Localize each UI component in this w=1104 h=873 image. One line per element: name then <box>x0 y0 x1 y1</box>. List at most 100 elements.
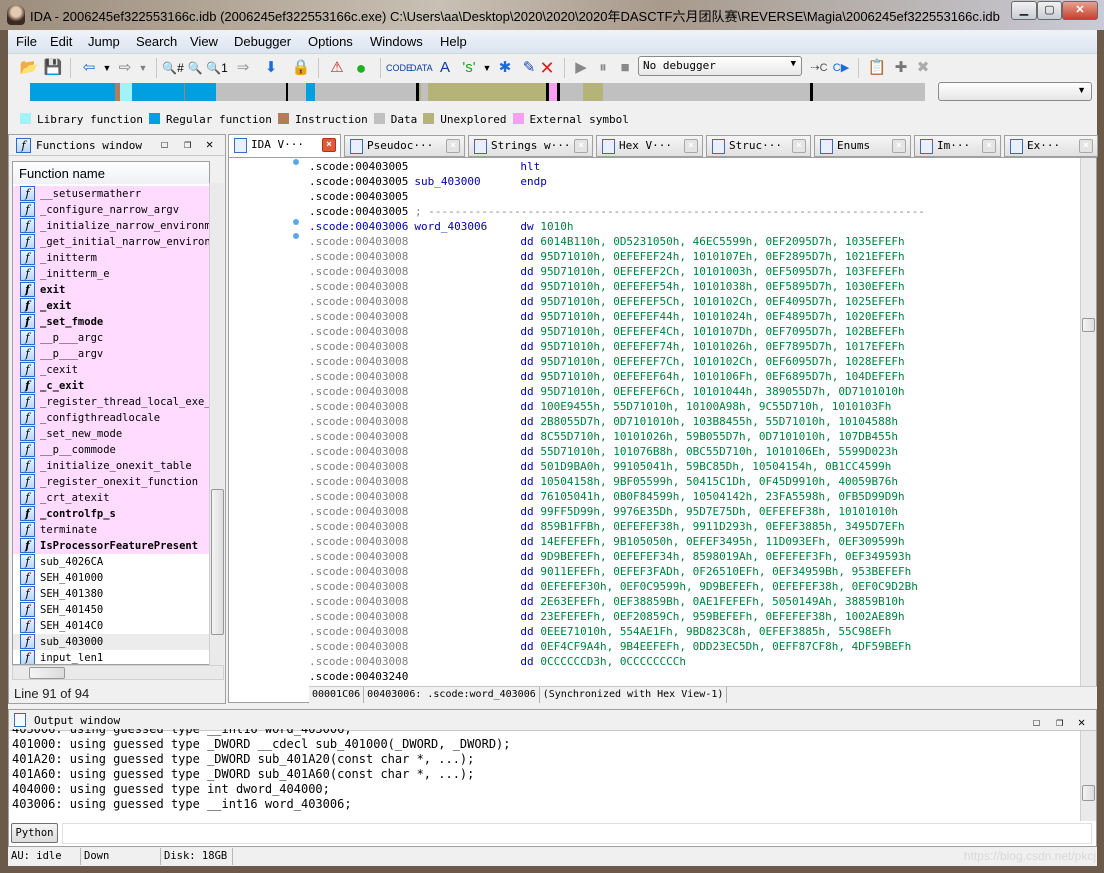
function-list-vscrollbar[interactable] <box>209 183 224 665</box>
navigation-band[interactable] <box>30 83 925 101</box>
nav-band-select[interactable]: ▼ <box>938 82 1092 101</box>
menu-windows[interactable]: Windows <box>370 34 423 49</box>
minimize-button[interactable]: ▁ <box>1011 1 1037 20</box>
make-data-icon[interactable]: DATA <box>410 57 433 79</box>
open-icon[interactable]: 📂 <box>18 57 40 79</box>
listing-row[interactable]: .scode:00403008 dd 0EEE71010h, 554AE1Fh, 9… <box>309 624 891 639</box>
listing-row[interactable]: .scode:00403008 dd 95D71010h, 0EFEFEF5Ch, … <box>309 294 905 309</box>
listing-row[interactable]: .scode:00403008 dd 95D71010h, 0EFEFEF24h, … <box>309 249 905 264</box>
menu-options[interactable]: Options <box>308 34 353 49</box>
jump-icon[interactable]: ⬇ <box>260 57 282 79</box>
function-row[interactable]: f _set_new_mode <box>13 426 209 442</box>
function-row[interactable]: f _initterm_e <box>13 266 209 282</box>
listing-row[interactable]: .scode:00403005 <box>309 189 540 204</box>
lock-icon[interactable]: 🔒 <box>290 57 312 79</box>
function-row[interactable]: f _crt_atexit <box>13 490 209 506</box>
add-breakpoint-icon[interactable]: ✚ <box>890 57 912 79</box>
close-tab-icon[interactable]: × <box>446 139 460 153</box>
output-vscrollbar[interactable] <box>1080 731 1096 821</box>
forward-dropdown-icon[interactable]: ▼ <box>132 57 154 79</box>
listing-row[interactable]: .scode:00403008 dd 95D71010h, 0EFEFEF6Ch, … <box>309 384 905 399</box>
make-ascii-icon[interactable]: A <box>434 57 456 79</box>
maximize-button[interactable]: ▢ <box>1037 1 1062 20</box>
listing-row[interactable]: .scode:00403008 dd 859B1FFBh, 0EFEFEF38h, … <box>309 519 905 534</box>
tab-1[interactable]: IDA V··· × <box>228 134 341 158</box>
python-button[interactable]: Python <box>11 823 58 843</box>
tab-5[interactable]: Struc··· × <box>706 135 811 157</box>
function-row[interactable]: f _initialize_onexit_table <box>13 458 209 474</box>
close-tab-icon[interactable]: × <box>574 139 588 153</box>
function-row[interactable]: f _exit <box>13 298 209 314</box>
listing-row[interactable]: .scode:00403008 dd 95D71010h, 0EFEFEF74h, … <box>309 339 905 354</box>
maximize-panel-icon[interactable]: ☐ <box>161 137 168 151</box>
function-row[interactable]: f _initterm <box>13 250 209 266</box>
green-circle-icon[interactable]: ● <box>350 57 372 79</box>
function-row[interactable]: f SEH_401450 <box>13 602 209 618</box>
float-panel-icon[interactable]: ❐ <box>184 137 191 151</box>
scroll-thumb[interactable] <box>1082 785 1095 801</box>
listing-row[interactable]: .scode:00403008 dd 95D71010h, 0EFEFEF54h, … <box>309 279 905 294</box>
search-immediate-icon[interactable]: 🔍1 <box>206 57 228 79</box>
menu-edit[interactable]: Edit <box>50 34 72 49</box>
function-row[interactable]: f _get_initial_narrow_environment <box>13 234 209 250</box>
close-tab-icon[interactable]: × <box>892 139 906 153</box>
debugger-select[interactable]: No debugger ▼ <box>638 56 802 76</box>
make-array-icon[interactable]: ✱ <box>494 57 516 79</box>
listing-row[interactable]: .scode:00403008 dd 2B8055D7h, 0D7101010h, … <box>309 414 898 429</box>
listing-row[interactable]: .scode:00403240 <box>309 669 540 684</box>
stop-icon[interactable]: ■ <box>614 57 636 79</box>
listing-row[interactable]: .scode:00403008 dd 76105041h, 0B0F84599h, … <box>309 489 905 504</box>
menu-debugger[interactable]: Debugger <box>234 34 291 49</box>
listing-row[interactable]: .scode:00403008 dd 8C55D710h, 10101026h, 5… <box>309 429 898 444</box>
listing-vscrollbar[interactable] <box>1080 158 1096 686</box>
tab-3[interactable]: Strings w··· × <box>468 135 593 157</box>
listing-row[interactable]: .scode:00403008 dd 10504158h, 9BF05599h, 5… <box>309 474 898 489</box>
pause-icon[interactable]: ⏸ <box>592 57 614 79</box>
function-row[interactable]: f _c_exit <box>13 378 209 394</box>
listing-row[interactable]: .scode:00403008 dd 501D9BA0h, 99105041h, 5… <box>309 459 891 474</box>
warning-icon[interactable]: ⚠ <box>326 57 348 79</box>
disassembly-listing[interactable]: .scode:00403005 hlt .scode:00403005 sub_403… <box>309 158 1079 686</box>
search-binary-icon[interactable]: 🔍# <box>162 57 184 79</box>
function-row[interactable]: f sub_4026CA <box>13 554 209 570</box>
function-row[interactable]: f SEH_401380 <box>13 586 209 602</box>
tab-2[interactable]: Pseudoc··· × <box>344 135 465 157</box>
listing-row[interactable]: .scode:00403008 dd 23EFEFEFh, 0EF20859Ch, … <box>309 609 905 624</box>
function-row[interactable]: f _set_fmode <box>13 314 209 330</box>
listing-row[interactable]: .scode:00403008 dd 9011EFEFh, 0EFEF3FADh, … <box>309 564 911 579</box>
listing-row[interactable]: .scode:00403008 dd 100E9455h, 55D71010h, 1… <box>309 399 891 414</box>
close-panel-icon[interactable]: ✕ <box>206 137 213 151</box>
function-row[interactable]: f _configthreadlocale <box>13 410 209 426</box>
function-row[interactable]: f __p__commode <box>13 442 209 458</box>
close-button[interactable]: ✕ <box>1062 1 1098 20</box>
play-icon[interactable]: ▶ <box>570 57 592 79</box>
function-row[interactable]: f input_len1 <box>13 650 209 664</box>
close-tab-icon[interactable]: × <box>322 138 336 152</box>
listing-row[interactable]: .scode:00403008 dd 0EFEFEF30h, 0EF0C9599h,… <box>309 579 918 594</box>
search-next-icon[interactable]: ⇒ <box>232 57 254 79</box>
listing-row[interactable]: .scode:00403008 dd 95D71010h, 0EFEFEF64h, … <box>309 369 905 384</box>
function-row[interactable]: f __setusermatherr <box>13 186 209 202</box>
listing-row[interactable]: .scode:00403008 dd 14EFEFEFh, 9B105050h, 0… <box>309 534 905 549</box>
function-row[interactable]: f _initialize_narrow_environment <box>13 218 209 234</box>
menu-view[interactable]: View <box>190 34 218 49</box>
save-icon[interactable]: 💾 <box>42 57 64 79</box>
scroll-thumb[interactable] <box>29 667 65 679</box>
python-command-input[interactable] <box>62 823 1092 844</box>
decompile-icon[interactable]: ⇢C <box>808 57 830 79</box>
listing-row[interactable]: .scode:00403006 word_403006 dw 1010h <box>309 219 573 234</box>
make-code-icon[interactable]: CODE <box>386 57 412 79</box>
listing-row[interactable]: .scode:00403005 sub_403000 endp <box>309 174 547 189</box>
function-row[interactable]: f _register_thread_local_exe_atexit_callb… <box>13 394 209 410</box>
undefine-icon[interactable]: ✕ <box>536 57 558 79</box>
menu-jump[interactable]: Jump <box>88 34 120 49</box>
function-row[interactable]: f SEH_4014C0 <box>13 618 209 634</box>
tab-4[interactable]: Hex V··· × <box>596 135 703 157</box>
close-panel-icon[interactable]: ✕ <box>1078 712 1085 733</box>
menu-help[interactable]: Help <box>440 34 467 49</box>
listing-row[interactable]: .scode:00403008 dd 95D71010h, 0EFEFEF4Ch, … <box>309 324 905 339</box>
function-row[interactable]: f sub_403000 <box>13 634 209 650</box>
listing-row[interactable]: .scode:00403008 dd 95D71010h, 0EFEFEF2Ch, … <box>309 264 905 279</box>
decompile-run-icon[interactable]: C▶ <box>830 57 852 79</box>
listing-row[interactable]: .scode:00403008 dd 95D71010h, 0EFEFEF44h, … <box>309 309 905 324</box>
